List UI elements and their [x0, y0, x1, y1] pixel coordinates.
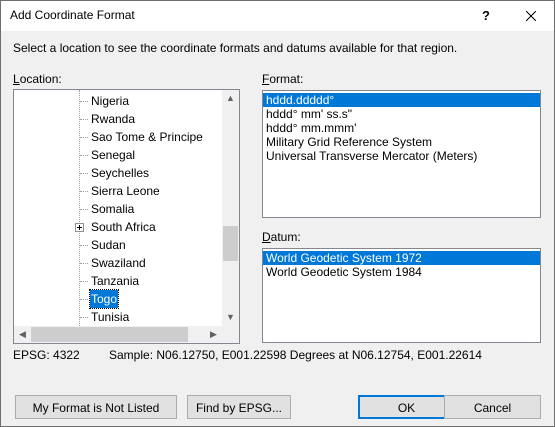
format-label: Format:: [262, 72, 304, 86]
tree-branch-line: [80, 245, 88, 246]
location-tree-item-label: Tanzania: [91, 274, 140, 288]
location-tree-item[interactable]: Senegal: [14, 146, 222, 164]
location-tree-item[interactable]: Nigeria: [14, 92, 222, 110]
format-list-item[interactable]: Military Grid Reference System: [263, 135, 540, 149]
location-tree-item[interactable]: Swaziland: [14, 254, 222, 272]
expand-plus-icon[interactable]: [75, 223, 84, 232]
tree-branch-line: [80, 209, 88, 210]
datum-list-item[interactable]: World Geodetic System 1972: [263, 251, 540, 265]
vertical-scroll-thumb[interactable]: [223, 226, 238, 261]
location-tree-item[interactable]: Tunisia: [14, 308, 222, 326]
location-tree-item[interactable]: Seychelles: [14, 164, 222, 182]
scroll-down-arrow-icon[interactable]: ▼: [222, 309, 239, 326]
ok-button[interactable]: OK: [358, 395, 455, 419]
tree-branch-line: [80, 119, 88, 120]
window-title: Add Coordinate Format: [10, 8, 135, 22]
tree-branch-line: [80, 191, 88, 192]
location-tree-item[interactable]: Tanzania: [14, 272, 222, 290]
tree-branch-line: [80, 317, 88, 318]
tree-branch-line: [80, 101, 88, 102]
close-icon: [525, 10, 537, 22]
tree-branch-line: [80, 137, 88, 138]
location-tree-item-label: Tunisia: [91, 310, 130, 324]
location-tree-item[interactable]: Rwanda: [14, 110, 222, 128]
tree-branch-line: [80, 155, 88, 156]
location-vertical-scrollbar[interactable]: ▲ ▼: [222, 90, 239, 326]
location-tree-item[interactable]: Sao Tome & Principe: [14, 128, 222, 146]
help-button[interactable]: ?: [463, 1, 509, 31]
scroll-right-arrow-icon[interactable]: ▶: [205, 326, 222, 343]
cancel-button[interactable]: Cancel: [444, 395, 541, 419]
datum-list-item[interactable]: World Geodetic System 1984: [263, 265, 540, 279]
format-list-item[interactable]: hddd° mm' ss.s": [263, 107, 540, 121]
location-tree-item-label: Seychelles: [91, 166, 150, 180]
location-tree-item-label: Rwanda: [91, 112, 136, 126]
location-tree-item[interactable]: Somalia: [14, 200, 222, 218]
title-bar: Add Coordinate Format ?: [1, 1, 554, 31]
scrollbar-corner: [222, 326, 239, 343]
tree-branch-line: [80, 173, 88, 174]
location-tree-item-label: Somalia: [91, 202, 135, 216]
horizontal-scroll-thumb[interactable]: [31, 327, 188, 342]
add-coordinate-format-dialog: Add Coordinate Format ? Select a locatio…: [0, 0, 555, 427]
location-tree-item-label: South Africa: [91, 220, 156, 234]
find-by-epsg-button[interactable]: Find by EPSG...: [187, 395, 291, 419]
location-tree-item-label: Senegal: [91, 148, 136, 162]
location-tree-item[interactable]: Sudan: [14, 236, 222, 254]
location-tree[interactable]: Nigeria Rwanda Sao Tome & Principe Senegal S…: [13, 89, 240, 344]
datum-label: Datum:: [262, 230, 301, 244]
location-tree-item[interactable]: Sierra Leone: [14, 182, 222, 200]
format-list-item[interactable]: hddd.ddddd°: [263, 93, 540, 107]
location-tree-item-label: Sierra Leone: [91, 184, 160, 198]
tree-branch-line: [80, 281, 88, 282]
location-label: Location:: [13, 72, 62, 86]
location-tree-item[interactable]: South Africa: [14, 218, 222, 236]
location-tree-item[interactable]: Togo: [14, 289, 222, 309]
scroll-up-arrow-icon[interactable]: ▲: [222, 90, 239, 107]
datum-list[interactable]: World Geodetic System 1972 World Geodetic…: [262, 248, 541, 343]
location-tree-item-label: Nigeria: [91, 94, 130, 108]
location-tree-item-label: Swaziland: [91, 256, 146, 270]
location-tree-item-label: Sudan: [91, 238, 126, 252]
format-list-item[interactable]: Universal Transverse Mercator (Meters): [263, 149, 540, 163]
scroll-left-arrow-icon[interactable]: ◀: [14, 326, 31, 343]
location-tree-item-label: Sao Tome & Principe: [91, 130, 203, 144]
location-tree-item-label: Togo: [88, 289, 120, 309]
sample-coordinates: Sample: N06.12750, E001.22598 Degrees at…: [109, 348, 482, 362]
tree-branch-line: [80, 299, 88, 300]
location-horizontal-scrollbar[interactable]: ◀ ▶: [14, 326, 222, 343]
epsg-code: EPSG: 4322: [13, 348, 80, 362]
format-list-item[interactable]: hddd° mm.mmm': [263, 121, 540, 135]
tree-branch-line: [80, 263, 88, 264]
format-not-listed-button[interactable]: My Format is Not Listed: [15, 395, 177, 419]
instructions-text: Select a location to see the coordinate …: [13, 41, 458, 55]
close-button[interactable]: [508, 1, 554, 31]
format-list[interactable]: hddd.ddddd° hddd° mm' ss.s" hddd° mm.mmm' M…: [262, 90, 541, 218]
